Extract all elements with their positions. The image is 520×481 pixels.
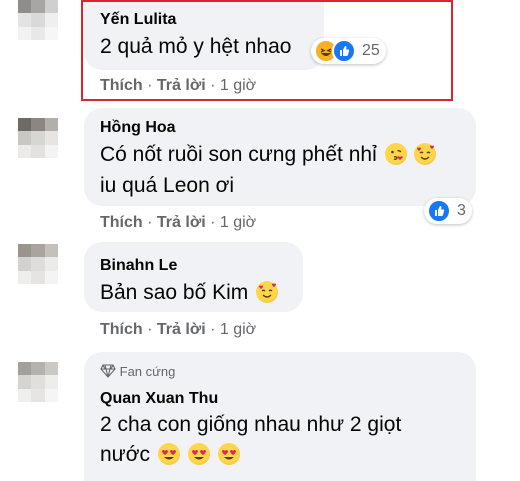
separator: ·: [147, 321, 153, 338]
avatar[interactable]: [18, 244, 58, 284]
reply-action[interactable]: Trả lời: [157, 214, 206, 231]
separator: ·: [147, 214, 153, 231]
separator: ·: [210, 321, 216, 338]
comment-text: nước: [100, 440, 240, 470]
comment-text: Có nốt ruồi son cưng phết nhỉ: [100, 140, 437, 170]
comment-actions: Thích · Trả lời · 1 giờ: [100, 321, 256, 339]
diamond-icon: [100, 364, 116, 378]
like-action[interactable]: Thích: [100, 321, 143, 338]
highlight-box: [81, 0, 453, 101]
avatar[interactable]: [18, 118, 58, 158]
avatar[interactable]: [18, 362, 58, 402]
fan-badge-label: Fan cứng: [119, 364, 176, 379]
comment-timestamp[interactable]: 1 giờ: [220, 321, 256, 338]
comment-author[interactable]: Quan Xuan Thu: [100, 390, 218, 408]
reply-action[interactable]: Trả lời: [157, 321, 206, 338]
kiss-emoji-icon: [384, 143, 407, 165]
comment-actions: Thích · Trả lời · 1 giờ: [100, 214, 256, 232]
comment-text-line: 2 cha con giống nhau như 2 giọt: [100, 413, 402, 436]
comment-text-line: Có nốt ruồi son cưng phết nhỉ: [100, 143, 377, 166]
avatar[interactable]: [18, 0, 58, 40]
fan-badge: Fan cứng: [100, 364, 175, 379]
smiling-hearts-emoji-icon: [256, 281, 279, 303]
reaction-summary[interactable]: 3: [424, 198, 472, 224]
comment-author[interactable]: Hồng Hoa: [100, 119, 176, 137]
like-action[interactable]: Thích: [100, 214, 143, 231]
comment-text-line: nước: [100, 443, 151, 466]
reaction-count: 3: [457, 202, 466, 219]
comment-author[interactable]: Binahn Le: [100, 257, 177, 275]
comment-text-line: iu quá Leon ơi: [100, 174, 235, 197]
comment-text-line: Bản sao bố Kim: [100, 281, 249, 304]
like-icon: [427, 199, 451, 223]
smiling-hearts-emoji-icon: [414, 143, 437, 165]
separator: ·: [210, 214, 216, 231]
comment-text: Bản sao bố Kim: [100, 278, 279, 308]
heart-eyes-emoji-icon: [217, 443, 240, 465]
heart-eyes-emoji-icon: [157, 443, 180, 465]
heart-eyes-emoji-icon: [187, 443, 210, 465]
comment-timestamp[interactable]: 1 giờ: [220, 214, 256, 231]
